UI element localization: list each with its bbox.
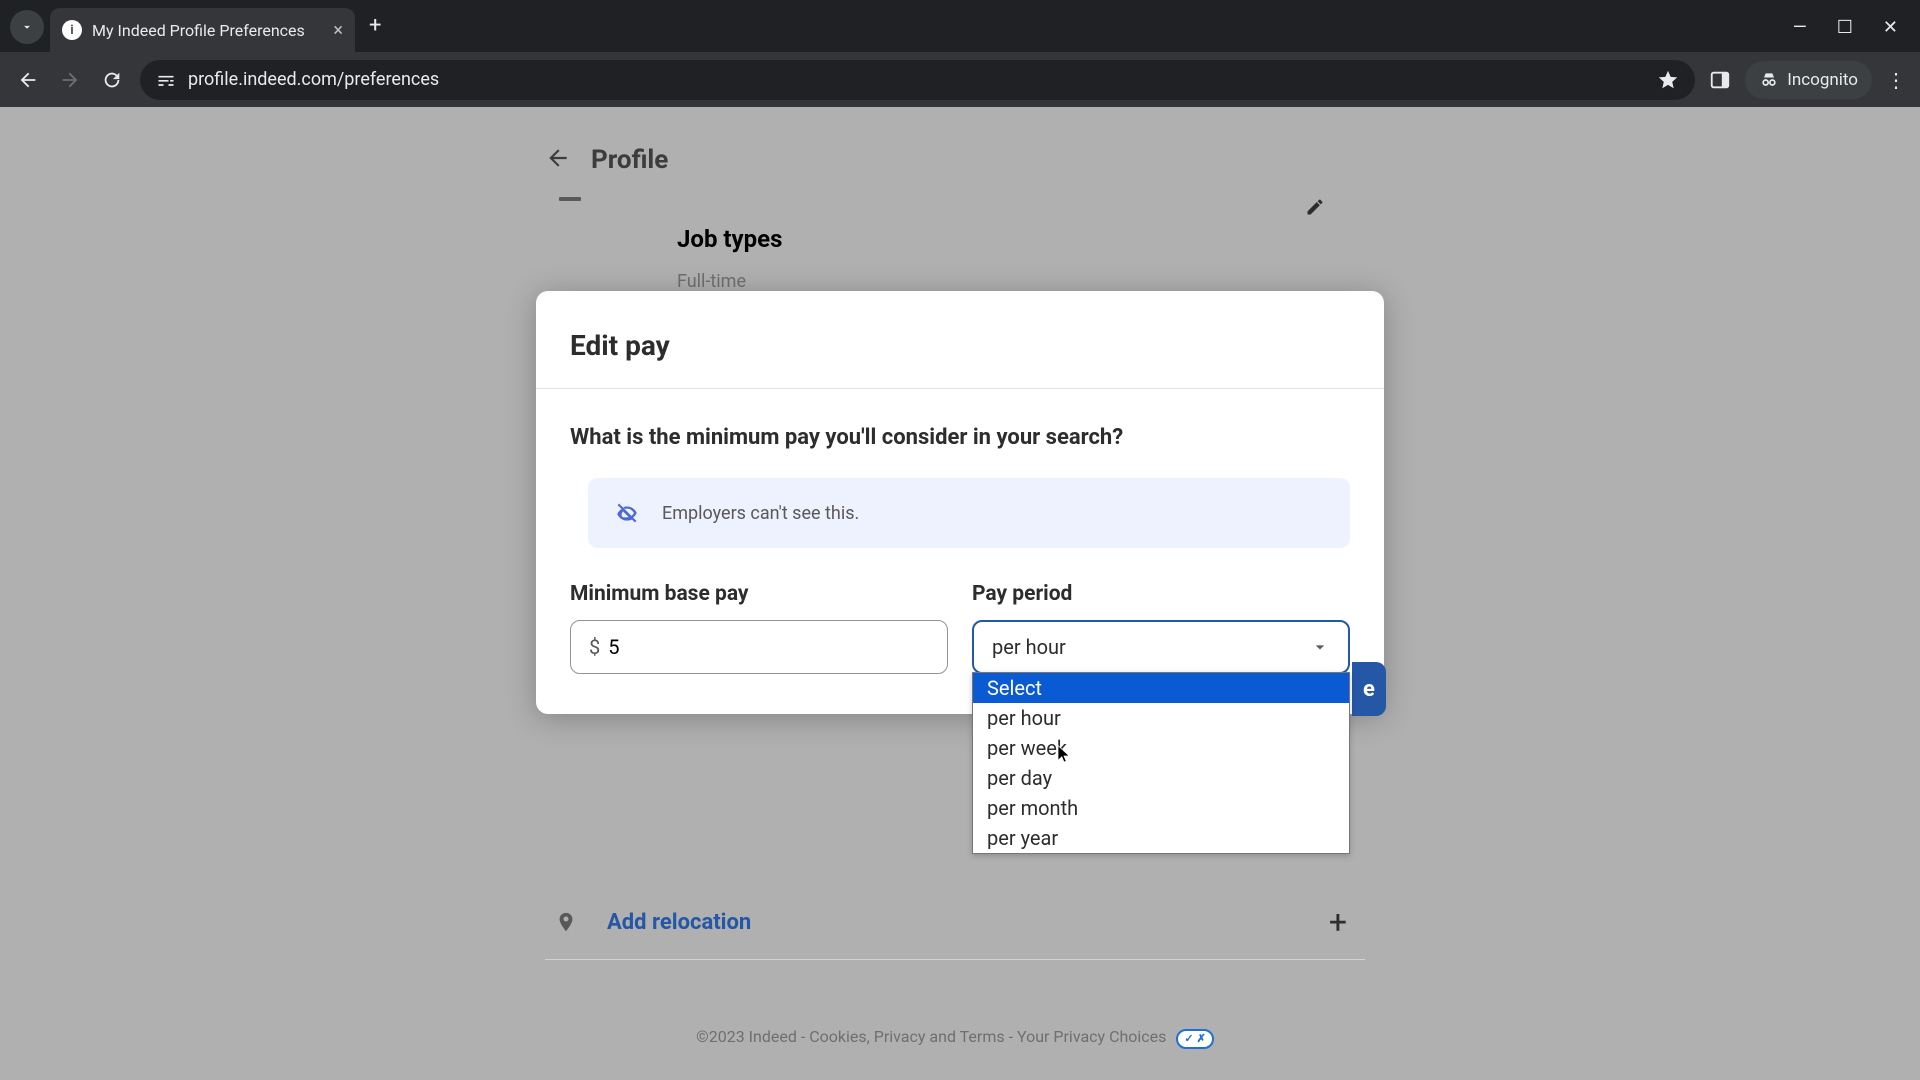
bookmark-star-icon[interactable] <box>1657 69 1679 91</box>
tab-search-button[interactable] <box>10 10 44 44</box>
nav-reload-button[interactable] <box>98 66 126 94</box>
browser-toolbar: profile.indeed.com/preferences Incognito… <box>0 52 1920 107</box>
new-tab-button[interactable]: + <box>369 13 381 38</box>
url-text: profile.indeed.com/preferences <box>188 69 439 90</box>
option-per-hour[interactable]: per hour <box>973 703 1349 733</box>
tab-close-icon[interactable]: × <box>333 20 343 41</box>
browser-tab[interactable]: i My Indeed Profile Preferences × <box>50 8 355 52</box>
side-panel-icon[interactable] <box>1709 69 1731 91</box>
incognito-icon <box>1759 70 1779 90</box>
min-pay-input[interactable]: $ <box>570 620 948 674</box>
currency-prefix: $ <box>589 635 600 659</box>
site-settings-icon[interactable] <box>156 70 176 90</box>
url-bar[interactable]: profile.indeed.com/preferences <box>140 60 1695 100</box>
mouse-cursor-icon <box>1055 741 1073 765</box>
window-minimize-icon[interactable]: — <box>1793 17 1807 38</box>
save-button[interactable]: e <box>1352 662 1386 716</box>
chevron-down-icon <box>1310 637 1330 657</box>
pay-period-label: Pay period <box>972 582 1350 606</box>
pay-period-select[interactable]: per hour <box>972 620 1350 674</box>
chevron-down-icon <box>20 20 34 34</box>
edit-pay-modal: Edit pay What is the minimum pay you'll … <box>536 291 1384 714</box>
incognito-label: Incognito <box>1787 70 1858 90</box>
option-per-year[interactable]: per year <box>973 823 1349 853</box>
eye-off-icon <box>614 500 640 526</box>
page-viewport: Profile Job types Full-time Add relocati… <box>0 107 1920 1080</box>
tab-title: My Indeed Profile Preferences <box>92 21 323 40</box>
privacy-info-box: Employers can't see this. <box>588 478 1350 548</box>
nav-back-button[interactable] <box>14 66 42 94</box>
browser-tab-strip: i My Indeed Profile Preferences × + — ☐ … <box>0 0 1920 52</box>
incognito-indicator[interactable]: Incognito <box>1745 61 1872 99</box>
browser-menu-icon[interactable]: ⋮ <box>1886 68 1906 92</box>
privacy-info-text: Employers can't see this. <box>662 503 859 524</box>
option-per-month[interactable]: per month <box>973 793 1349 823</box>
modal-question: What is the minimum pay you'll consider … <box>570 425 1350 450</box>
pay-period-selected: per hour <box>992 635 1066 659</box>
min-pay-label: Minimum base pay <box>570 582 948 606</box>
window-maximize-icon[interactable]: ☐ <box>1837 17 1853 38</box>
option-per-day[interactable]: per day <box>973 763 1349 793</box>
nav-forward-button <box>56 66 84 94</box>
save-button-label-fragment: e <box>1363 677 1375 702</box>
modal-title: Edit pay <box>570 329 670 362</box>
min-pay-field[interactable] <box>608 635 929 659</box>
option-select[interactable]: Select <box>973 673 1349 703</box>
window-controls: — ☐ ✕ <box>1793 17 1920 38</box>
option-per-week[interactable]: per week <box>973 733 1349 763</box>
tab-favicon-icon: i <box>62 20 82 40</box>
window-close-icon[interactable]: ✕ <box>1883 17 1898 38</box>
pay-period-dropdown: Select per hour per week per day per mon… <box>972 672 1350 854</box>
